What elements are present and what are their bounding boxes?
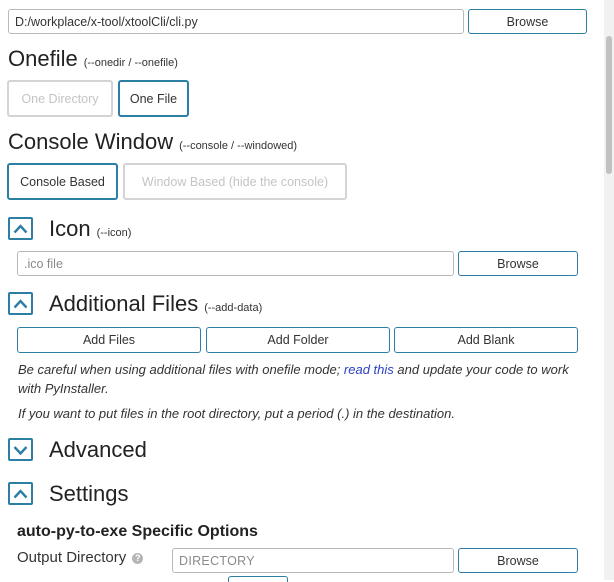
vertical-scrollbar[interactable] bbox=[604, 0, 614, 580]
onefile-heading: Onefile (--onedir / --onefile) bbox=[8, 46, 178, 72]
chevron-up-icon bbox=[13, 223, 28, 233]
additional-files-hint: (--add-data) bbox=[204, 302, 263, 314]
icon-title: Icon bbox=[49, 216, 91, 241]
icon-section-toggle[interactable] bbox=[8, 217, 33, 240]
chevron-up-icon bbox=[13, 298, 28, 308]
window-based-button[interactable]: Window Based (hide the console) bbox=[123, 163, 347, 200]
note-text-before-link: Be careful when using additional files w… bbox=[18, 362, 344, 377]
console-based-button[interactable]: Console Based bbox=[7, 163, 118, 200]
output-directory-label-row: Output Directory? bbox=[17, 549, 144, 566]
add-blank-button[interactable]: Add Blank bbox=[394, 327, 578, 353]
additional-files-title: Additional Files bbox=[49, 291, 199, 316]
advanced-heading: Advanced bbox=[49, 437, 147, 463]
onefile-title: Onefile bbox=[8, 46, 78, 71]
read-this-link[interactable]: read this bbox=[344, 362, 394, 377]
additional-files-toggle[interactable] bbox=[8, 292, 33, 315]
script-browse-button[interactable]: Browse bbox=[468, 9, 587, 34]
console-window-heading: Console Window (--console / --windowed) bbox=[8, 129, 297, 155]
output-browse-button[interactable]: Browse bbox=[458, 548, 578, 573]
icon-browse-button[interactable]: Browse bbox=[458, 251, 578, 276]
add-folder-button[interactable]: Add Folder bbox=[206, 327, 390, 353]
icon-heading: Icon (--icon) bbox=[49, 216, 131, 242]
advanced-section-toggle[interactable] bbox=[8, 438, 33, 461]
settings-heading: Settings bbox=[49, 481, 129, 507]
chevron-down-icon bbox=[13, 445, 28, 455]
settings-title: Settings bbox=[49, 481, 129, 506]
console-window-hint: (--console / --windowed) bbox=[179, 140, 298, 152]
output-directory-label: Output Directory bbox=[17, 549, 127, 566]
settings-section-toggle[interactable] bbox=[8, 482, 33, 505]
advanced-title: Advanced bbox=[49, 437, 147, 462]
specific-options-subheading: auto-py-to-exe Specific Options bbox=[17, 523, 258, 540]
one-file-button[interactable]: One File bbox=[118, 80, 189, 117]
scrollbar-thumb[interactable] bbox=[606, 36, 612, 174]
output-directory-input[interactable] bbox=[172, 548, 454, 573]
onefile-hint: (--onedir / --onefile) bbox=[83, 57, 178, 69]
console-window-title: Console Window bbox=[8, 129, 174, 154]
script-location-input[interactable] bbox=[8, 9, 464, 34]
icon-file-input[interactable] bbox=[17, 251, 454, 276]
chevron-up-icon bbox=[13, 488, 28, 498]
add-files-button[interactable]: Add Files bbox=[17, 327, 201, 353]
onefile-warning-note: Be careful when using additional files w… bbox=[18, 360, 590, 398]
clipped-button-edge bbox=[228, 576, 288, 582]
root-directory-note: If you want to put files in the root dir… bbox=[18, 406, 455, 421]
help-icon[interactable]: ? bbox=[132, 552, 144, 564]
one-directory-button[interactable]: One Directory bbox=[7, 80, 113, 117]
additional-files-heading: Additional Files (--add-data) bbox=[49, 291, 262, 317]
icon-hint: (--icon) bbox=[96, 227, 132, 239]
